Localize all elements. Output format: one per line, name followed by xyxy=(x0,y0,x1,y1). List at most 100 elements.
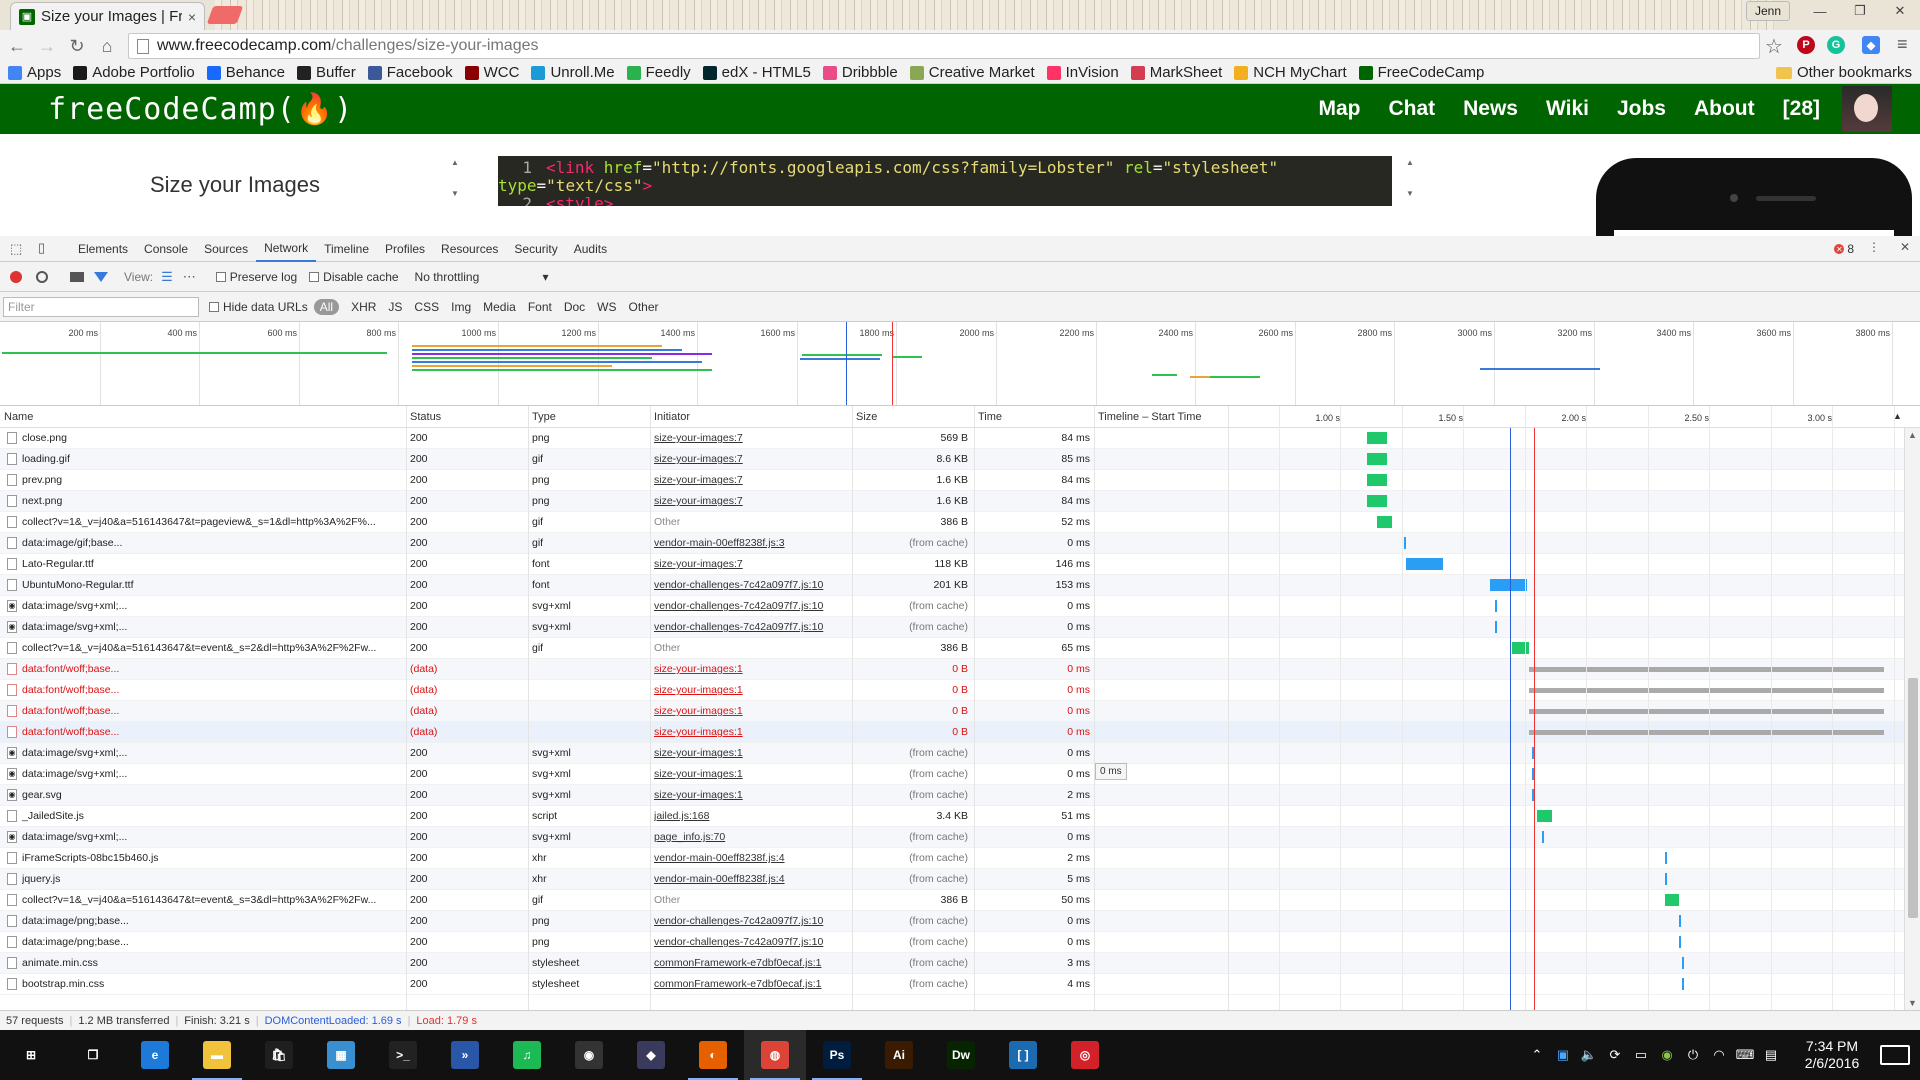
request-initiator[interactable]: size-your-images:1 xyxy=(654,789,848,801)
table-row[interactable]: jquery.js 200 xhr vendor-main-00eff8238f.js… xyxy=(0,869,1904,890)
windows-start-taskbar-icon[interactable]: ⊞ xyxy=(0,1030,62,1080)
reload-icon[interactable]: ↻ xyxy=(64,33,90,59)
bookmark-adobe-portfolio[interactable]: Adobe Portfolio xyxy=(73,64,195,81)
edge-taskbar-icon[interactable]: e xyxy=(124,1030,186,1080)
power-icon[interactable]: ⏻ xyxy=(1680,1047,1706,1063)
minimize-button[interactable]: — xyxy=(1800,0,1840,22)
table-row[interactable]: collect?v=1&_v=j40&a=516143647&t=pagevie… xyxy=(0,512,1904,533)
bookmark-unroll-me[interactable]: Unroll.Me xyxy=(531,64,615,81)
tab-close-icon[interactable]: × xyxy=(188,9,196,25)
devtools-menu-icon[interactable]: ⋮ xyxy=(1868,240,1880,254)
request-name[interactable]: bootstrap.min.css xyxy=(22,978,402,990)
table-row[interactable]: data:font/woff;base... (data) size-your-im… xyxy=(0,659,1904,680)
table-row[interactable]: ◉ data:image/svg+xml;... 200 svg+xml page_in… xyxy=(0,827,1904,848)
instructions-scrollbar[interactable]: ▲ ▼ xyxy=(450,158,460,198)
request-initiator[interactable]: size-your-images:1 xyxy=(654,768,848,780)
dreamweaver-taskbar-icon[interactable]: Dw xyxy=(930,1030,992,1080)
request-name[interactable]: data:image/svg+xml;... xyxy=(22,768,402,780)
request-name[interactable]: loading.gif xyxy=(22,453,402,465)
request-name[interactable]: prev.png xyxy=(22,474,402,486)
request-name[interactable]: collect?v=1&_v=j40&a=516143647&t=pagevie… xyxy=(22,516,402,528)
notifications-icon[interactable] xyxy=(1880,1045,1910,1065)
bookmark-facebook[interactable]: Facebook xyxy=(367,64,453,81)
table-row[interactable]: ◉ data:image/svg+xml;... 200 svg+xml vendor-… xyxy=(0,596,1904,617)
request-initiator[interactable]: size-your-images:7 xyxy=(654,453,848,465)
column-initiator[interactable]: Initiator xyxy=(654,411,690,423)
filter-type-ws[interactable]: WS xyxy=(597,300,616,314)
nav-jobs[interactable]: Jobs xyxy=(1617,97,1666,121)
bookmark-feedly[interactable]: Feedly xyxy=(626,64,691,81)
request-initiator[interactable]: size-your-images:1 xyxy=(654,663,848,675)
filter-type-css[interactable]: CSS xyxy=(414,300,439,314)
request-name[interactable]: _JailedSite.js xyxy=(22,810,402,822)
powershell-taskbar-icon[interactable]: » xyxy=(434,1030,496,1080)
column-timeline[interactable]: Timeline – Start Time xyxy=(1098,411,1202,423)
request-name[interactable]: data:font/woff;base... xyxy=(22,726,402,738)
tab-audits[interactable]: Audits xyxy=(566,236,615,262)
request-initiator[interactable]: vendor-challenges-7c42a097f7.js:10 xyxy=(654,621,848,633)
table-row[interactable]: collect?v=1&_v=j40&a=516143647&t=event&_… xyxy=(0,638,1904,659)
table-row[interactable]: data:image/png;base... 200 png vendor-chall… xyxy=(0,911,1904,932)
filter-type-xhr[interactable]: XHR xyxy=(351,300,376,314)
bookmark-star-icon[interactable]: ☆ xyxy=(1765,34,1783,59)
nav-map[interactable]: Map xyxy=(1318,97,1360,121)
request-initiator[interactable]: vendor-challenges-7c42a097f7.js:10 xyxy=(654,915,848,927)
bookmark-nch-mychart[interactable]: NCH MyChart xyxy=(1234,64,1347,81)
network-overview[interactable]: 200 ms 400 ms 600 ms 800 ms 1000 ms 1200 ms 14… xyxy=(0,322,1920,406)
request-initiator[interactable]: size-your-images:1 xyxy=(654,705,848,717)
request-name[interactable]: Lato-Regular.ttf xyxy=(22,558,402,570)
device-mode-icon[interactable]: ▯ xyxy=(38,240,45,256)
request-name[interactable]: jquery.js xyxy=(22,873,402,885)
request-initiator[interactable]: jailed.js:168 xyxy=(654,810,848,822)
request-initiator[interactable]: size-your-images:7 xyxy=(654,495,848,507)
clear-icon[interactable] xyxy=(36,270,48,283)
table-row[interactable]: next.png 200 png size-your-images:7 1.6 KB 84… xyxy=(0,491,1904,512)
code-editor[interactable]: 1 <link href="http://fonts.googleapis.com… xyxy=(498,156,1392,206)
column-name[interactable]: Name xyxy=(4,411,33,423)
column-type[interactable]: Type xyxy=(532,411,556,423)
overview-icon[interactable]: ⋯ xyxy=(183,269,196,285)
bookmark-dribbble[interactable]: Dribbble xyxy=(822,64,898,81)
filter-input[interactable]: Filter xyxy=(3,296,199,317)
filter-type-other[interactable]: Other xyxy=(629,300,659,314)
filter-type-js[interactable]: JS xyxy=(388,300,402,314)
firefox-taskbar-icon[interactable]: ◐ xyxy=(682,1030,744,1080)
record-icon[interactable] xyxy=(10,270,22,283)
request-name[interactable]: iFrameScripts-08bc15b460.js xyxy=(22,852,402,864)
request-name[interactable]: data:image/svg+xml;... xyxy=(22,600,402,612)
table-row[interactable]: iFrameScripts-08bc15b460.js 200 xhr vendor-… xyxy=(0,848,1904,869)
table-row[interactable]: data:font/woff;base... (data) size-your-im… xyxy=(0,722,1904,743)
request-name[interactable]: animate.min.css xyxy=(22,957,402,969)
request-initiator[interactable]: vendor-challenges-7c42a097f7.js:10 xyxy=(654,936,848,948)
bookmark-buffer[interactable]: Buffer xyxy=(297,64,356,81)
battery-icon[interactable]: ▭ xyxy=(1628,1047,1654,1063)
profile-button[interactable]: Jenn xyxy=(1745,1,1790,21)
column-time[interactable]: Time xyxy=(978,411,1002,423)
devtools-close-icon[interactable]: ✕ xyxy=(1900,240,1910,254)
hide-data-urls-checkbox[interactable]: Hide data URLs xyxy=(209,300,308,314)
maximize-button[interactable]: ❐ xyxy=(1840,0,1880,22)
error-counter[interactable]: ✕ 8 xyxy=(1834,242,1854,256)
forward-icon[interactable]: → xyxy=(34,33,60,59)
nav-news[interactable]: News xyxy=(1463,97,1518,121)
brackets-taskbar-icon[interactable]: [ ] xyxy=(992,1030,1054,1080)
control-panel-taskbar-icon[interactable]: ▦ xyxy=(310,1030,372,1080)
request-name[interactable]: data:font/woff;base... xyxy=(22,663,402,675)
request-initiator[interactable]: vendor-main-00eff8238f.js:4 xyxy=(654,873,848,885)
scroll-thumb[interactable] xyxy=(1908,678,1918,918)
home-icon[interactable]: ⌂ xyxy=(94,33,120,59)
tab-sources[interactable]: Sources xyxy=(196,236,256,262)
filter-type-all[interactable]: All xyxy=(313,298,340,315)
request-initiator[interactable]: commonFramework-e7dbf0ecaf.js:1 xyxy=(654,957,848,969)
nav-wiki[interactable]: Wiki xyxy=(1546,97,1589,121)
request-initiator[interactable]: vendor-main-00eff8238f.js:3 xyxy=(654,537,848,549)
tab-timeline[interactable]: Timeline xyxy=(316,236,377,262)
language-icon[interactable]: ▤ xyxy=(1758,1047,1784,1063)
fcc-logo[interactable]: freeCodeCamp(🔥) xyxy=(48,92,353,127)
clock[interactable]: 7:34 PM 2/6/2016 xyxy=(1784,1038,1880,1072)
request-name[interactable]: data:image/gif;base... xyxy=(22,537,402,549)
disable-cache-checkbox[interactable]: Disable cache xyxy=(309,270,399,284)
request-initiator[interactable]: vendor-challenges-7c42a097f7.js:10 xyxy=(654,600,848,612)
editor-scrollbar[interactable]: ▲ ▼ xyxy=(1405,158,1415,198)
request-name[interactable]: collect?v=1&_v=j40&a=516143647&t=event&_… xyxy=(22,642,402,654)
